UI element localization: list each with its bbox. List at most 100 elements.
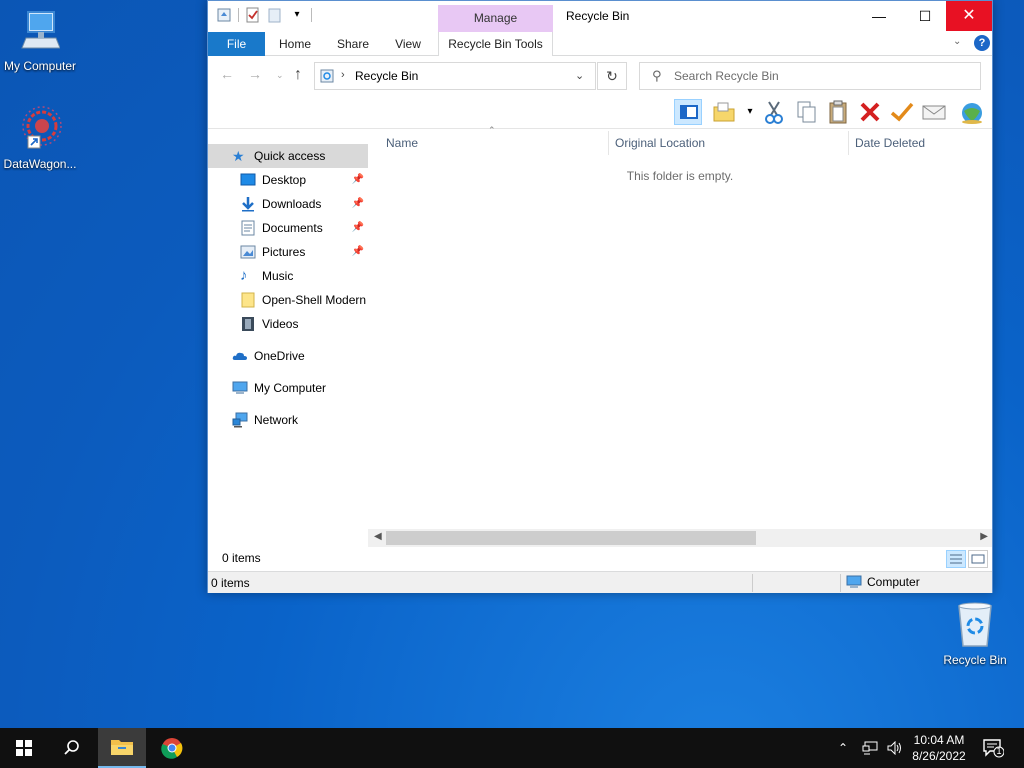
horizontal-scrollbar[interactable]: ◀ ▶: [368, 529, 992, 547]
cut-icon[interactable]: [760, 99, 788, 125]
details-view-button[interactable]: [946, 550, 966, 568]
nav-item-open-shell-modern[interactable]: Open-Shell Modern: [208, 288, 368, 312]
customize-quick-access-chevron-icon[interactable]: ▾: [289, 7, 305, 23]
classic-toolbar: ▾: [208, 95, 992, 129]
clock-time: 10:04 AM: [913, 733, 965, 747]
navigation-pane-icon: [680, 105, 698, 119]
large-icons-view-icon: [971, 554, 985, 564]
pictures-icon: [240, 245, 256, 259]
column-divider[interactable]: [848, 131, 849, 155]
desktop-icon-datawagon[interactable]: DataWagon...: [0, 104, 80, 171]
maximize-button[interactable]: ☐: [902, 1, 948, 31]
title-bar[interactable]: ▾ Manage Recycle Bin — ☐ ✕: [208, 1, 992, 32]
desktop-icon-my-computer[interactable]: My Computer: [0, 8, 80, 73]
tab-share[interactable]: Share: [330, 32, 376, 56]
music-note-icon: ♪: [240, 267, 248, 284]
nav-item-documents[interactable]: Documents 📌: [208, 216, 368, 240]
action-center-button[interactable]: 1: [982, 738, 1005, 758]
file-list[interactable]: ⌃ Name Original Location Date Deleted Th…: [368, 125, 992, 529]
close-button[interactable]: ✕: [946, 1, 992, 31]
tab-recycle-bin-tools[interactable]: Recycle Bin Tools: [438, 32, 553, 56]
separator: [311, 8, 312, 22]
refresh-button[interactable]: ↻: [597, 62, 627, 90]
taskbar-chrome[interactable]: [148, 728, 196, 768]
downloads-arrow-icon: [242, 197, 254, 212]
breadcrumb[interactable]: Recycle Bin: [355, 69, 418, 83]
explorer-window: ▾ Manage Recycle Bin — ☐ ✕ File Home Sha…: [207, 0, 993, 593]
tab-view[interactable]: View: [388, 32, 428, 56]
nav-item-music[interactable]: ♪ Music: [208, 264, 368, 288]
nav-item-label: Videos: [262, 317, 299, 331]
nav-item-network[interactable]: Network: [208, 408, 368, 432]
up-arrow-icon[interactable]: ↑: [294, 66, 302, 84]
scroll-left-arrow-icon[interactable]: ◀: [374, 531, 382, 542]
contextual-tab-group-manage: Manage: [438, 5, 553, 32]
paste-icon[interactable]: [824, 99, 852, 125]
close-icon: ✕: [962, 7, 976, 24]
scrollbar-thumb[interactable]: [386, 531, 756, 545]
help-icon[interactable]: ?: [974, 35, 990, 51]
globe-icon[interactable]: [958, 99, 986, 125]
recent-locations-chevron-icon[interactable]: ⌄: [276, 70, 284, 81]
item-count: 0 items: [222, 551, 261, 565]
column-header-name[interactable]: Name: [386, 133, 418, 153]
nav-item-my-computer[interactable]: My Computer: [208, 376, 368, 400]
status-divider: [752, 574, 753, 592]
column-header-original-location[interactable]: Original Location: [615, 133, 705, 153]
scroll-right-arrow-icon[interactable]: ▶: [980, 531, 988, 542]
tab-home[interactable]: Home: [270, 32, 320, 56]
nav-item-label: Music: [262, 269, 294, 283]
large-icons-view-button[interactable]: [968, 550, 988, 568]
search-box[interactable]: ⚲: [639, 62, 981, 90]
nav-item-downloads[interactable]: Downloads 📌: [208, 192, 368, 216]
checkmark-icon[interactable]: [888, 99, 916, 125]
show-hidden-icons-button[interactable]: ⌃: [838, 728, 848, 768]
column-divider[interactable]: [608, 131, 609, 155]
tab-file[interactable]: File: [208, 32, 265, 56]
start-button[interactable]: [0, 728, 48, 768]
volume-tray-button[interactable]: [886, 728, 904, 768]
address-dropdown-chevron-icon[interactable]: ⌄: [575, 69, 584, 82]
check-document-icon[interactable]: [245, 7, 261, 23]
taskbar-clock[interactable]: 10:04 AM 8/26/2022: [908, 732, 970, 764]
pin-icon: 📌: [351, 198, 364, 209]
search-input[interactable]: [674, 66, 974, 86]
chrome-icon: [161, 738, 183, 759]
clock-date: 8/26/2022: [912, 749, 966, 763]
address-field[interactable]: › Recycle Bin ⌄: [314, 62, 596, 90]
copy-icon[interactable]: [792, 99, 820, 125]
nav-item-pictures[interactable]: Pictures 📌: [208, 240, 368, 264]
search-icon: [64, 740, 79, 755]
new-folder-icon[interactable]: [267, 7, 283, 23]
details-view-icon: [950, 554, 962, 564]
empty-folder-message: This folder is empty.: [626, 169, 734, 183]
computer-icon: [232, 381, 248, 394]
properties-icon[interactable]: [216, 7, 232, 23]
taskbar-search-button[interactable]: [48, 728, 96, 768]
forward-arrow-icon[interactable]: →: [248, 66, 262, 82]
taskbar: ⌃ 10:04 AM 8/26/2022 1: [0, 728, 1024, 768]
nav-item-quick-access[interactable]: ★ Quick access: [208, 144, 368, 168]
nav-item-desktop[interactable]: Desktop 📌: [208, 168, 368, 192]
documents-icon: [241, 220, 255, 236]
datawagon-app-icon: [22, 106, 62, 149]
breadcrumb-chevron-icon[interactable]: ›: [341, 69, 345, 81]
navigation-pane-button[interactable]: [674, 99, 702, 125]
folder-options-icon[interactable]: [710, 99, 738, 125]
desktop-icon-recycle-bin[interactable]: Recycle Bin: [935, 600, 1015, 667]
nav-item-label: Pictures: [262, 245, 306, 259]
item-count-bar: 0 items: [208, 547, 992, 569]
desktop-icon-label: Recycle Bin: [943, 653, 1007, 667]
network-tray-button[interactable]: [862, 728, 878, 768]
nav-item-label: Documents: [262, 221, 323, 235]
expand-ribbon-chevron-icon[interactable]: ⌄: [953, 36, 961, 47]
back-arrow-icon[interactable]: ←: [220, 66, 234, 82]
taskbar-file-explorer[interactable]: [98, 728, 146, 768]
videos-icon: [242, 317, 254, 331]
nav-item-onedrive[interactable]: OneDrive: [208, 344, 368, 368]
email-icon[interactable]: [920, 99, 948, 125]
column-header-date-deleted[interactable]: Date Deleted: [855, 133, 925, 153]
minimize-button[interactable]: —: [856, 1, 902, 31]
nav-item-videos[interactable]: Videos: [208, 312, 368, 336]
delete-icon[interactable]: [856, 99, 884, 125]
